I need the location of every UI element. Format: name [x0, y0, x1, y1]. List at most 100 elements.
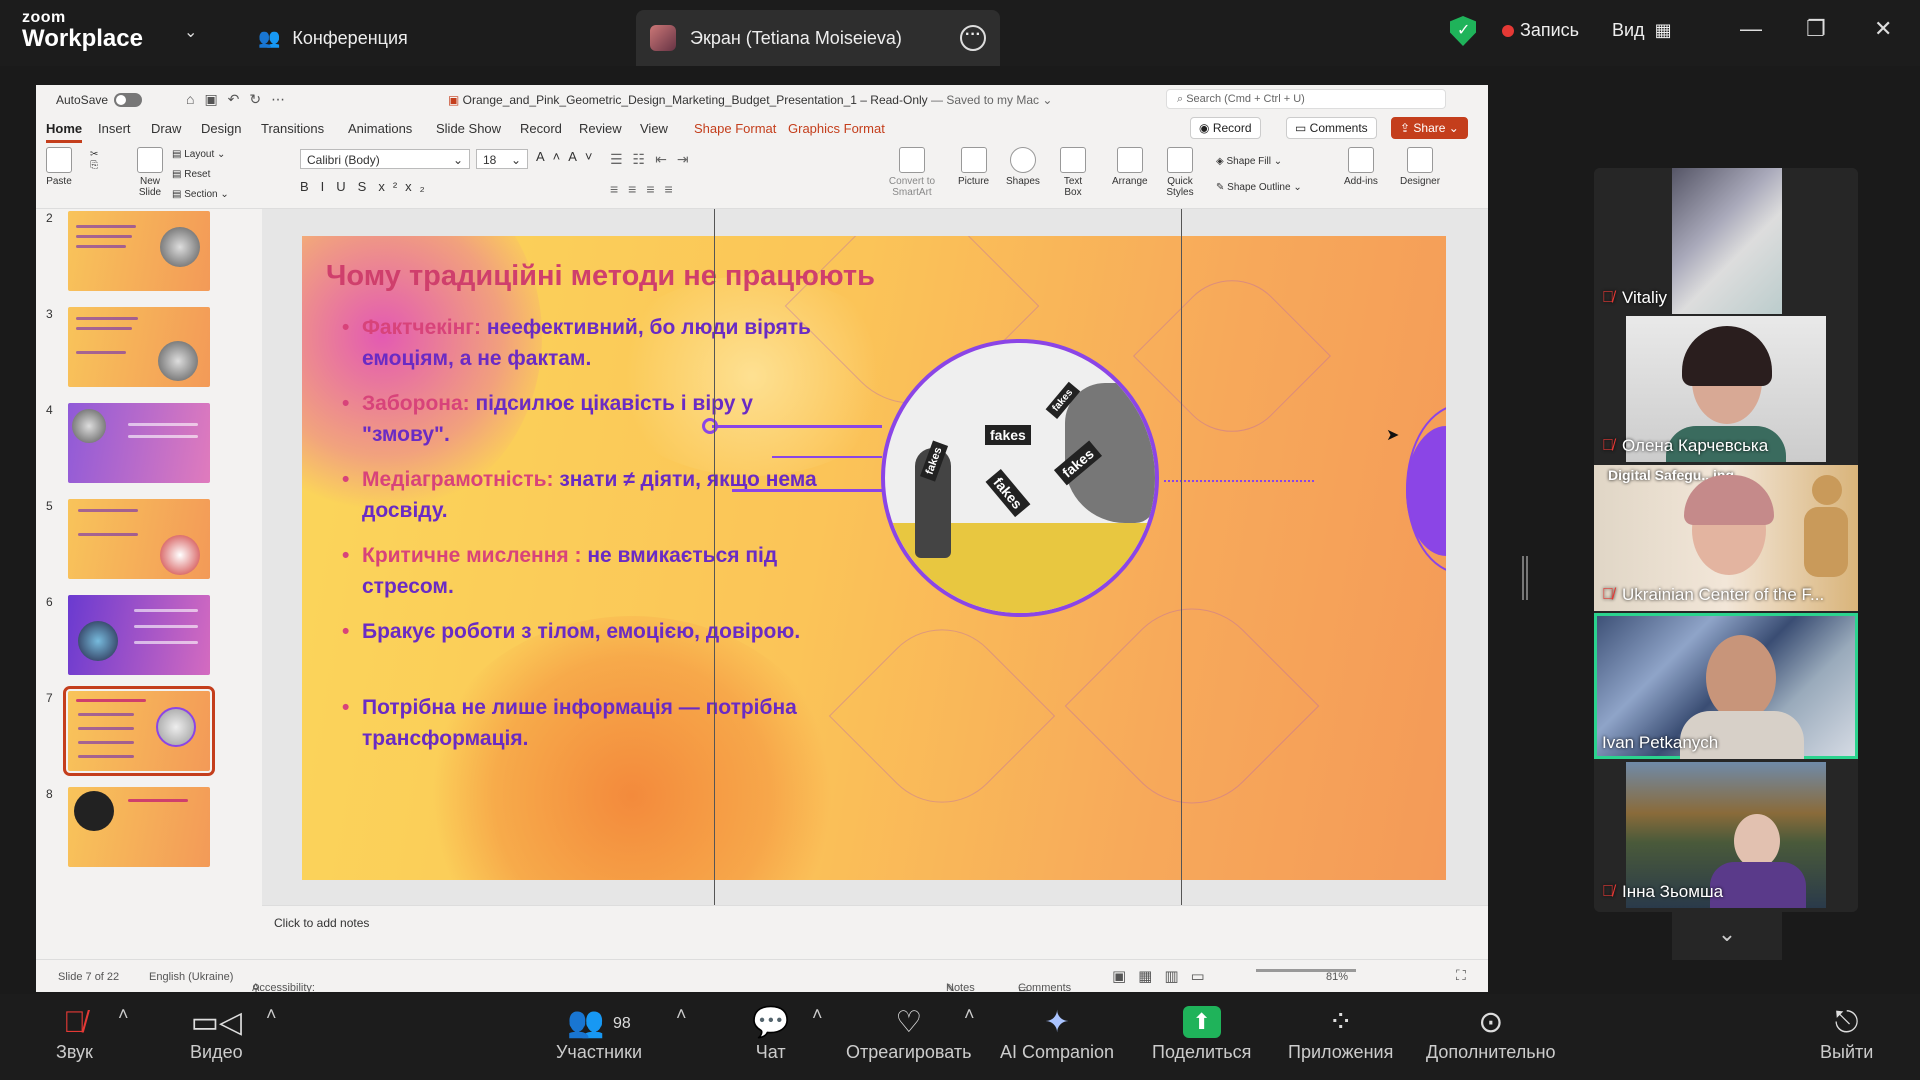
quick-access-icons[interactable]: ⌂▣↶↻⋯: [186, 91, 295, 108]
fit-to-window-icon[interactable]: ⛶: [1456, 967, 1466, 984]
participant-tile[interactable]: 🎙̸ Vitaliy: [1594, 168, 1858, 314]
recording-indicator[interactable]: Запись: [1502, 20, 1579, 41]
section-button[interactable]: ▤ Section ⌄: [172, 185, 229, 205]
layout-button[interactable]: ▤ Layout ⌄: [172, 145, 229, 165]
panel-splitter-handle[interactable]: [1522, 556, 1528, 600]
bullet-ban[interactable]: Заборона: підсилює цікавість і віру у "з…: [342, 388, 832, 450]
participant-tile[interactable]: 🎙̸ Інна Зьомша: [1594, 762, 1858, 908]
bullet-body-work[interactable]: Бракує роботи з тілом, емоцією, довірою.: [342, 616, 832, 647]
shapes-button[interactable]: Shapes: [1006, 147, 1040, 187]
designer-button[interactable]: Designer: [1400, 147, 1440, 187]
bullet-media-literacy[interactable]: Медіаграмотність: знати ≠ діяти, якщо не…: [342, 464, 832, 526]
react-options-caret-icon[interactable]: ˄: [964, 1004, 975, 1025]
tab-animations[interactable]: Animations: [348, 121, 412, 136]
chat-button[interactable]: 💬 Чат: [752, 1004, 789, 1063]
close-icon[interactable]: ✕: [1874, 16, 1892, 42]
font-grow-shrink-icons[interactable]: A˄A˅: [536, 149, 601, 164]
tab-home[interactable]: Home: [46, 121, 83, 143]
slide-title[interactable]: Чому традиційні методи не працюють: [326, 260, 875, 293]
ai-companion-button[interactable]: ✦ AI Companion: [1000, 1004, 1114, 1063]
tab-graphics-format[interactable]: Graphics Format: [788, 121, 885, 136]
react-button[interactable]: ♡ Отреагировать: [846, 1004, 972, 1063]
view-button[interactable]: Вид ▦: [1612, 20, 1672, 41]
view-mode-icons[interactable]: ▣▦▥▭: [1112, 967, 1217, 985]
leave-button[interactable]: ⎋ Выйти: [1820, 1004, 1873, 1063]
paste-button[interactable]: Paste: [46, 147, 72, 187]
bullet-critical-thinking[interactable]: Критичне мислення : не вмикається під ст…: [342, 540, 832, 602]
bullet-factcheck[interactable]: Фактчекінг: неефективний, бо люди вірять…: [342, 312, 832, 374]
tab-design[interactable]: Design: [201, 121, 241, 136]
fakes-illustration-image[interactable]: fakes fakes fakes fakes fakes: [881, 339, 1159, 617]
alignment-icons[interactable]: ≡≡≡≡: [610, 181, 683, 197]
share-screen-button[interactable]: ⬆ Поделиться: [1152, 1004, 1251, 1063]
share-button[interactable]: ⇪ Share ⌄: [1391, 117, 1468, 139]
more-button[interactable]: ⊙ Дополнительно: [1426, 1004, 1556, 1063]
audio-label: Звук: [56, 1042, 93, 1062]
font-name-select[interactable]: Calibri (Body) ⌄: [300, 149, 470, 169]
zoom-logo: zoom Workplace: [22, 10, 143, 51]
quick-styles-icon: [1167, 147, 1193, 173]
tab-slide-show[interactable]: Slide Show: [436, 121, 501, 136]
quick-styles-button[interactable]: Quick Styles: [1162, 147, 1198, 198]
tab-draw[interactable]: Draw: [151, 121, 181, 136]
tab-view[interactable]: View: [640, 121, 668, 136]
audio-button[interactable]: 🎙̸ Звук: [56, 1004, 93, 1063]
participants-options-caret-icon[interactable]: ˄: [676, 1004, 687, 1025]
participant-tile-active-speaker[interactable]: Ivan Petkanych: [1594, 613, 1858, 759]
autosave-toggle[interactable]: AutoSave: [56, 93, 143, 107]
restore-icon[interactable]: ❐: [1806, 16, 1826, 42]
search-input[interactable]: ⌕ Search (Cmd + Ctrl + U): [1166, 89, 1446, 109]
picture-button[interactable]: Picture: [958, 147, 989, 187]
participants-icon: 👥: [258, 27, 281, 48]
paragraph-list-icons[interactable]: ☰☷⇤⇥: [610, 151, 699, 168]
tab-shape-format[interactable]: Shape Format: [694, 121, 776, 136]
zoom-level[interactable]: 81%: [1326, 971, 1348, 983]
video-options-caret-icon[interactable]: ˄: [266, 1004, 277, 1025]
video-button[interactable]: ▭◁ Видео: [190, 1004, 243, 1063]
arrange-button[interactable]: Arrange: [1112, 147, 1148, 187]
reset-button[interactable]: ▤ Reset: [172, 165, 229, 185]
tab-review[interactable]: Review: [579, 121, 622, 136]
slide-options: ▤ Layout ⌄ ▤ Reset ▤ Section ⌄: [172, 145, 229, 205]
text-box-button[interactable]: Text Box: [1058, 147, 1088, 198]
shape-outline-button[interactable]: ✎ Shape Outline ⌄: [1216, 175, 1302, 201]
apps-button[interactable]: ⁘ Приложения: [1288, 1004, 1393, 1063]
record-button[interactable]: ◉ Record: [1190, 117, 1261, 139]
participants-button[interactable]: 👥 98 Участники: [556, 1004, 642, 1063]
participant-tile[interactable]: 🎙̸ Олена Карчевська: [1594, 316, 1858, 462]
gallery-scroll-down-button[interactable]: ⌄: [1672, 912, 1782, 960]
toggle-switch[interactable]: [114, 93, 143, 107]
shape-fill-button[interactable]: ◈ Shape Fill ⌄: [1216, 149, 1302, 175]
tab-conference[interactable]: 👥 Конференция: [258, 10, 408, 66]
tab-transitions[interactable]: Transitions: [261, 121, 324, 136]
text-format-buttons[interactable]: BIUSx²x₂: [300, 179, 433, 194]
convert-smartart-button[interactable]: Convert to SmartArt: [882, 147, 942, 198]
tab-shared-screen[interactable]: Экран (Tetiana Moiseieva) ···: [636, 10, 1000, 66]
slide-thumbnail-8[interactable]: [68, 787, 210, 867]
audio-options-caret-icon[interactable]: ˄: [118, 1004, 129, 1025]
slide-thumbnail-3[interactable]: [68, 307, 210, 387]
tab-insert[interactable]: Insert: [98, 121, 131, 136]
language-indicator[interactable]: English (Ukraine): [149, 971, 233, 983]
addins-button[interactable]: Add-ins: [1344, 147, 1378, 187]
chat-options-caret-icon[interactable]: ˄: [812, 1004, 823, 1025]
security-shield-icon[interactable]: [1450, 16, 1476, 46]
chevron-down-icon[interactable]: ⌄: [184, 22, 197, 42]
more-options-icon[interactable]: ···: [960, 25, 986, 51]
notes-pane[interactable]: Click to add notes: [262, 905, 1488, 959]
slide-thumbnail-6[interactable]: [68, 595, 210, 675]
minimize-icon[interactable]: —: [1740, 16, 1762, 42]
slide-thumbnail-4[interactable]: [68, 403, 210, 483]
font-size-select[interactable]: 18 ⌄: [476, 149, 528, 169]
bullet-transformation[interactable]: Потрібна не лише інформація — потрібна т…: [342, 692, 832, 754]
comments-button[interactable]: ▭ Comments: [1286, 117, 1377, 139]
new-slide-button[interactable]: New Slide: [130, 147, 170, 198]
slide-thumbnail-7[interactable]: [63, 686, 215, 776]
tab-record[interactable]: Record: [520, 121, 562, 136]
current-slide[interactable]: Чому традиційні методи не працюють Фактч…: [302, 236, 1446, 880]
participant-tile[interactable]: Digital Safegu...ing 🎙̸ Ukrainian Center …: [1594, 465, 1858, 611]
slide-thumbnail-2[interactable]: [68, 211, 210, 291]
slide-thumbnail-5[interactable]: [68, 499, 210, 579]
cut-copy-icons[interactable]: ✂ ⎘: [90, 149, 98, 171]
picture-icon: [960, 147, 987, 173]
